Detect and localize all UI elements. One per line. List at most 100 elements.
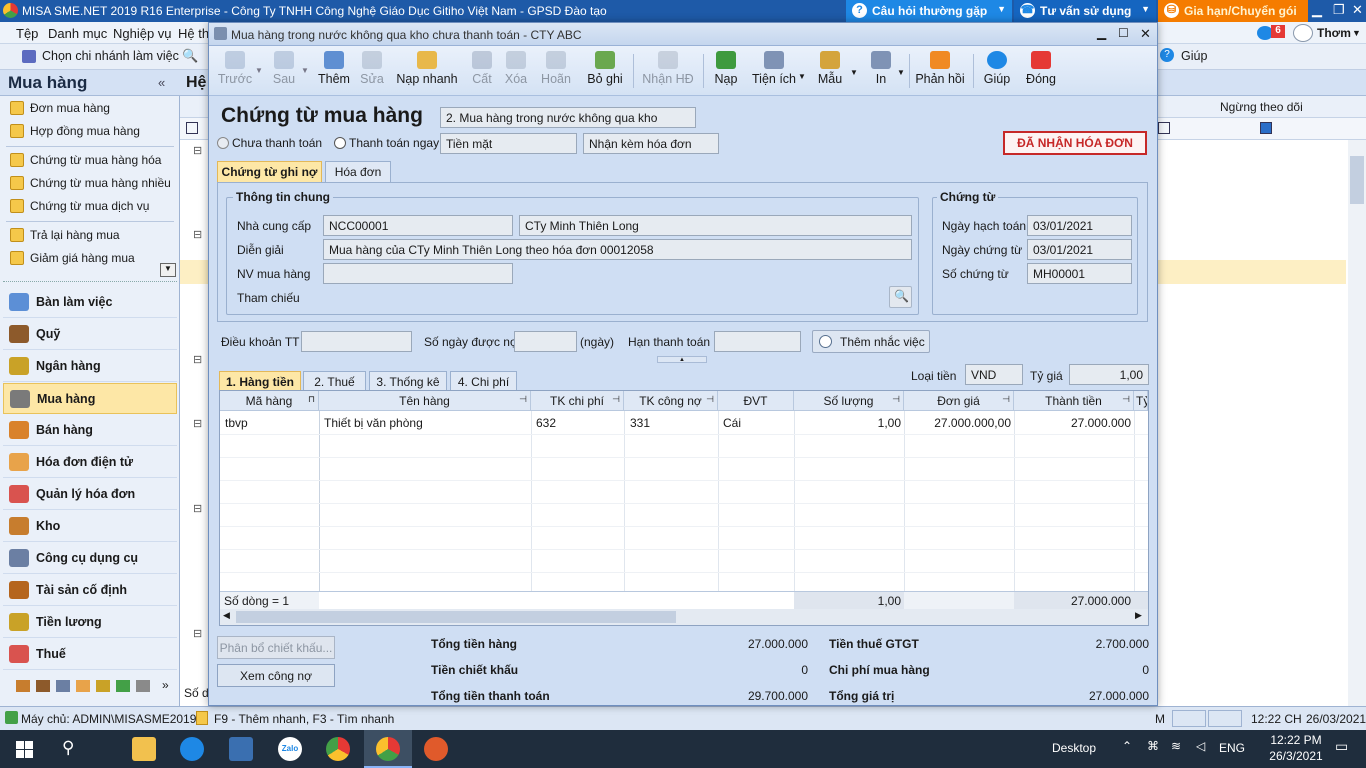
pin-icon[interactable]: ⊣ [519, 394, 527, 405]
sidebar-item-purchase-order[interactable]: Đơn mua hàng [6, 97, 171, 119]
module-bank[interactable]: Ngân hàng [3, 351, 177, 382]
allocate-discount-button[interactable]: Phân bổ chiết khấu... [217, 636, 335, 659]
tab-invoice[interactable]: Hóa đơn [325, 161, 391, 182]
save-button[interactable]: Cất [467, 48, 497, 94]
desktop-toolbar[interactable]: Desktop [1052, 741, 1096, 755]
module-warehouse[interactable]: Kho [3, 511, 177, 542]
description-field[interactable]: Mua hàng của CTy Minh Thiên Long theo hó… [323, 239, 912, 260]
module-fixed-assets[interactable]: Tài sản cố định [3, 575, 177, 606]
network-icon[interactable]: ⌘ [1147, 739, 1159, 753]
supplier-name-field[interactable]: CTy Minh Thiên Long [519, 215, 912, 236]
radio-unpaid[interactable] [217, 137, 229, 149]
notification-center-icon[interactable]: ▭ [1335, 738, 1348, 755]
grid-hscrollbar[interactable]: ◀ ▶ [220, 609, 1148, 625]
tab-statistics[interactable]: 3. Thống kê [369, 371, 447, 392]
pin-icon[interactable]: ⊣ [1122, 394, 1130, 405]
shortcut-icon[interactable] [116, 680, 130, 692]
collapse-icon[interactable]: « [158, 75, 165, 90]
cell-quantity[interactable]: 1,00 [794, 416, 901, 430]
edit-button[interactable]: Sửa [357, 48, 387, 94]
sidebar-item-goods-voucher[interactable]: Chứng từ mua hàng hóa [6, 149, 171, 171]
language-indicator[interactable]: ENG [1219, 741, 1245, 755]
filter-checkbox[interactable] [1158, 122, 1170, 134]
col-expense-account[interactable]: TK chi phí ⊣ [531, 391, 624, 411]
receive-invoice-button[interactable]: Nhận HĐ [641, 48, 695, 94]
rate-field[interactable]: 1,00 [1069, 364, 1149, 385]
minimize-icon[interactable]: ▁ [1312, 2, 1322, 18]
feedback-button[interactable]: Phản hồi [915, 48, 965, 94]
col-rate[interactable]: Tỷ [1134, 391, 1148, 411]
menu-operations[interactable]: Nghiệp vụ [113, 26, 172, 41]
taskbar-active-app[interactable] [364, 730, 412, 768]
scroll-down-button[interactable]: ▼ [160, 263, 176, 277]
pin-icon[interactable]: ⊣ [706, 394, 714, 405]
sidebar-item-service-voucher[interactable]: Chứng từ mua dịch vụ [6, 195, 171, 217]
collapse-handle[interactable]: ▲ [657, 356, 707, 363]
chevron-down-icon[interactable]: ▼ [1352, 28, 1361, 38]
due-date-field[interactable] [714, 331, 801, 352]
help-button[interactable]: Giúp [981, 48, 1013, 94]
expand-icon[interactable]: ⊟ [193, 502, 202, 515]
ccleaner-icon[interactable] [424, 737, 448, 761]
col-unit-price[interactable]: Đơn giá ⊣ [904, 391, 1014, 411]
doc-no-field[interactable]: MH00001 [1027, 263, 1132, 284]
avatar[interactable] [1293, 24, 1313, 42]
expand-icon[interactable]: ⊟ [193, 417, 202, 430]
invoice-option-select[interactable]: Nhận kèm hóa đơn [583, 133, 719, 154]
search-icon[interactable]: 🔍 [182, 48, 198, 64]
module-tax[interactable]: Thuế [3, 639, 177, 670]
tab-debit-voucher[interactable]: Chứng từ ghi nợ [217, 161, 322, 182]
col-amount[interactable]: Thành tiền ⊣ [1014, 391, 1134, 411]
chevron-down-icon[interactable]: ▼ [850, 68, 858, 77]
expand-icon[interactable]: ⊟ [193, 144, 202, 157]
filter-checkbox[interactable] [1260, 122, 1272, 134]
pin-icon[interactable]: ⊣ [612, 394, 620, 405]
expand-icon[interactable]: ⊟ [193, 627, 202, 640]
module-tools[interactable]: Công cụ dụng cụ [3, 543, 177, 574]
chevron-down-icon[interactable]: ▼ [301, 66, 309, 75]
voucher-type-select[interactable]: 2. Mua hàng trong nước không qua kho [440, 107, 696, 128]
staff-field[interactable] [323, 263, 513, 284]
module-cash[interactable]: Quỹ [3, 319, 177, 350]
view-debt-button[interactable]: Xem công nợ [217, 664, 335, 687]
maximize-icon[interactable]: ☐ [1118, 26, 1129, 40]
add-button[interactable]: Thêm [315, 48, 353, 94]
unpost-button[interactable]: Bỏ ghi [585, 48, 625, 94]
cell-unit[interactable]: Cái [723, 416, 741, 430]
doc-date-field[interactable]: 03/01/2021 [1027, 239, 1132, 260]
store-icon[interactable] [229, 737, 253, 761]
faq-button[interactable]: ? Câu hỏi thường gặp ▼ [846, 0, 1012, 22]
module-payroll[interactable]: Tiền lương [3, 607, 177, 638]
menu-catalog[interactable]: Danh mục [48, 26, 107, 41]
module-e-invoice[interactable]: Hóa đơn điện tử [3, 447, 177, 478]
expand-icon[interactable]: ⊟ [193, 353, 202, 366]
expand-icon[interactable]: ⊟ [193, 228, 202, 241]
file-explorer-icon[interactable] [132, 737, 156, 761]
shortcut-icon[interactable] [136, 680, 150, 692]
cell-item-code[interactable]: tbvp [225, 416, 248, 430]
module-desktop[interactable]: Bàn làm việc [3, 287, 177, 318]
radio-paid[interactable] [334, 137, 346, 149]
module-sales[interactable]: Bán hàng [3, 415, 177, 446]
pin-icon[interactable]: ⊓ [308, 394, 315, 405]
tab-goods-money[interactable]: 1. Hàng tiền [219, 371, 301, 392]
scroll-thumb[interactable] [1350, 156, 1364, 204]
sidebar-item-multi-voucher[interactable]: Chứng từ mua hàng nhiều... [6, 172, 171, 194]
advice-button[interactable]: ☎ Tư vấn sử dụng ▼ [1014, 0, 1156, 22]
chevron-down-icon[interactable]: ▼ [255, 66, 263, 75]
cell-item-name[interactable]: Thiết bị văn phòng [324, 416, 423, 430]
shortcut-icon[interactable] [16, 680, 30, 692]
filter-checkbox[interactable] [186, 122, 198, 134]
delete-button[interactable]: Xóa [501, 48, 531, 94]
shortcut-icon[interactable] [56, 680, 70, 692]
close-icon[interactable]: ✕ [1140, 26, 1151, 42]
cell-unit-price[interactable]: 27.000.000,00 [904, 416, 1011, 430]
print-button[interactable]: In [867, 48, 895, 94]
sidebar-item-purchase-contract[interactable]: Hợp đồng mua hàng [6, 120, 171, 142]
table-row[interactable]: tbvp Thiết bị văn phòng 632 331 Cái 1,00… [220, 412, 1148, 434]
background-scrollbar[interactable] [1348, 140, 1366, 706]
more-icon[interactable]: » [162, 678, 169, 692]
reference-search-button[interactable]: 🔍 [889, 286, 912, 308]
help-link[interactable]: Giúp [1181, 49, 1207, 63]
wifi-icon[interactable]: ≋ [1171, 739, 1181, 753]
